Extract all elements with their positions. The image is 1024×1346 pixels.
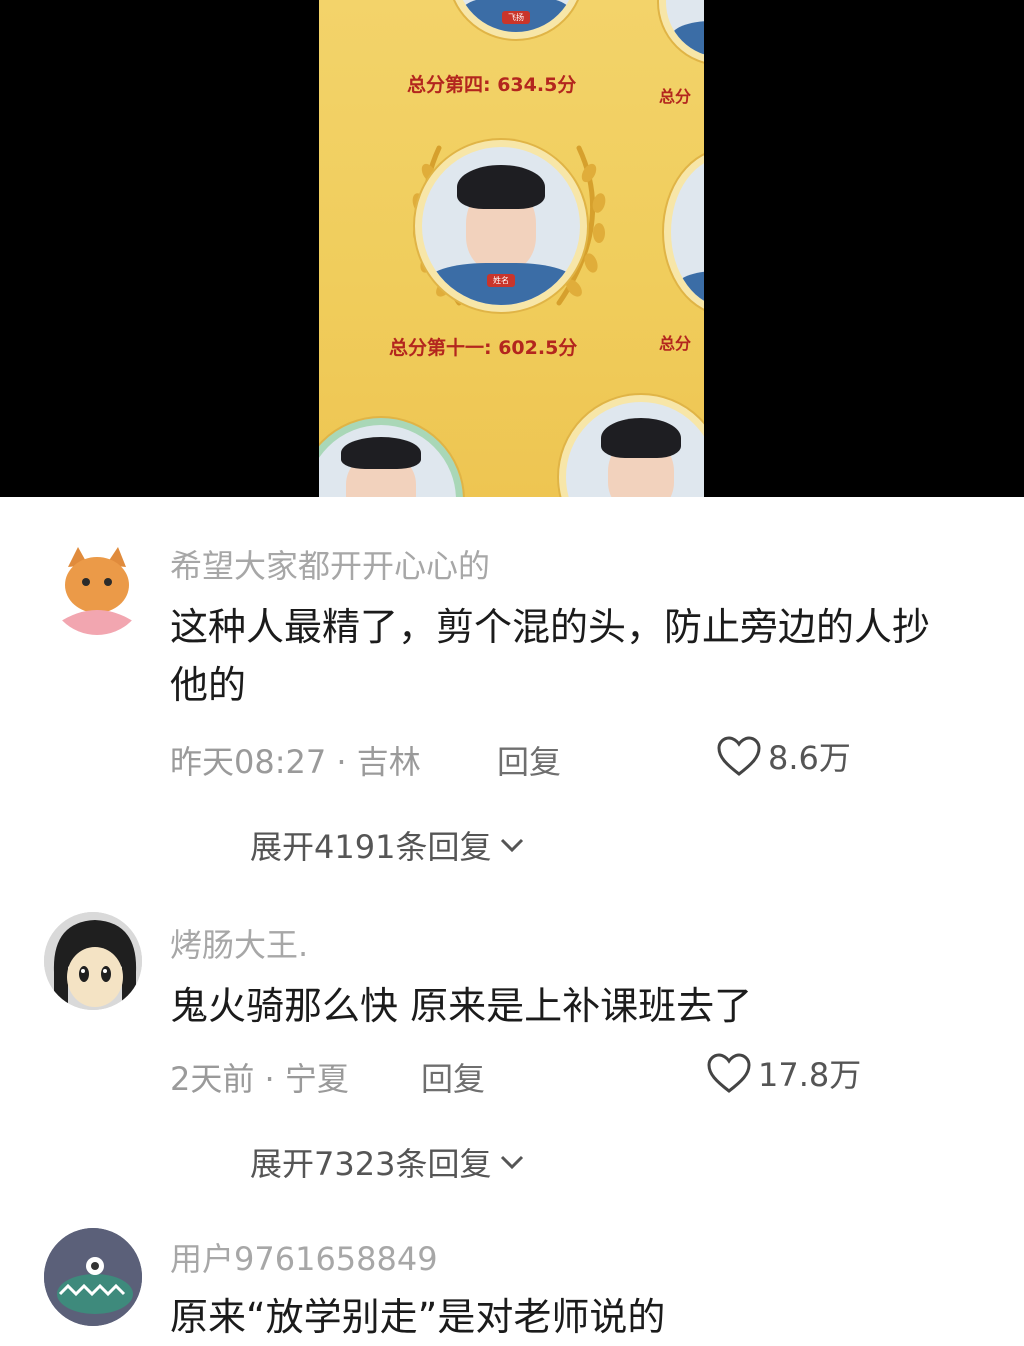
reply-button[interactable]: 回复 <box>421 1054 485 1100</box>
comment-meta: 昨天08:27 · 吉林 <box>170 743 421 781</box>
expand-replies-label: 展开4191条回复 <box>250 828 492 866</box>
crocodile-avatar-icon <box>44 1228 142 1326</box>
student-portrait-bottom-right <box>559 395 704 497</box>
like-button[interactable]: 17.8万 <box>706 1050 861 1096</box>
comment-item: 烤肠大王. 鬼火骑那么快 原来是上补课班去了 2天前 · 宁夏 回复 17.8万… <box>0 882 1024 1212</box>
comment-username[interactable]: 烤肠大王. <box>170 920 308 966</box>
comment-location: 宁夏 <box>284 1060 349 1098</box>
comment-time: 昨天08:27 <box>170 743 327 781</box>
score-label-partial-mid: 总分 <box>659 334 692 353</box>
student-portrait-top-right <box>659 0 704 64</box>
expand-replies-button[interactable]: 展开4191条回复 <box>250 822 525 868</box>
comment-location: 吉林 <box>356 743 421 781</box>
heart-icon <box>717 736 761 776</box>
score-label-4th: 总分第四: 634.5分 <box>407 74 577 96</box>
comment-text: 这种人最精了，剪个混的头，防止旁边的人抄他的 <box>170 605 931 707</box>
comment-item: 用户9761658849 原来“放学别走”是对老师说的 <box>0 1212 1024 1340</box>
video-player[interactable]: 飞扬 总分第四: 634.5分 总分 姓名 总分第十一: 602.5分 总分 <box>0 0 1024 497</box>
comment-username[interactable]: 希望大家都开开心心的 <box>170 541 490 587</box>
like-count: 17.8万 <box>758 1056 862 1094</box>
chevron-down-icon <box>501 1155 524 1170</box>
comment-meta: 2天前 · 宁夏 <box>170 1060 349 1098</box>
like-count: 8.6万 <box>768 739 851 777</box>
student-portrait-bottom-left <box>319 418 463 497</box>
chevron-down-icon <box>501 838 524 853</box>
comment-username[interactable]: 用户9761658849 <box>170 1234 438 1280</box>
cartoon-avatar-icon <box>44 912 142 1010</box>
cat-avatar-icon <box>48 537 146 635</box>
student-portrait-11th: 姓名 <box>415 140 587 312</box>
score-label-11th: 总分第十一: 602.5分 <box>389 337 578 359</box>
expand-replies-label: 展开7323条回复 <box>250 1145 492 1183</box>
reply-button[interactable]: 回复 <box>497 737 561 783</box>
comment-item: 希望大家都开开心心的 这种人最精了，剪个混的头，防止旁边的人抄他的 昨天08:2… <box>0 497 1024 882</box>
score-label-partial: 总分 <box>659 87 692 106</box>
comment-time: 2天前 <box>170 1060 255 1098</box>
comment-text: 鬼火骑那么快 原来是上补课班去了 <box>170 984 753 1028</box>
avatar[interactable] <box>48 537 146 635</box>
expand-replies-button[interactable]: 展开7323条回复 <box>250 1139 525 1185</box>
comment-text: 原来“放学别走”是对老师说的 <box>170 1295 666 1339</box>
student-portrait-4th: 飞扬 <box>449 0 583 39</box>
student-portrait-mid-right <box>664 150 704 314</box>
like-button[interactable]: 8.6万 <box>716 733 851 779</box>
avatar[interactable] <box>44 912 142 1010</box>
avatar[interactable] <box>44 1228 142 1326</box>
video-frame: 飞扬 总分第四: 634.5分 总分 姓名 总分第十一: 602.5分 总分 <box>319 0 704 497</box>
heart-icon <box>707 1053 751 1093</box>
